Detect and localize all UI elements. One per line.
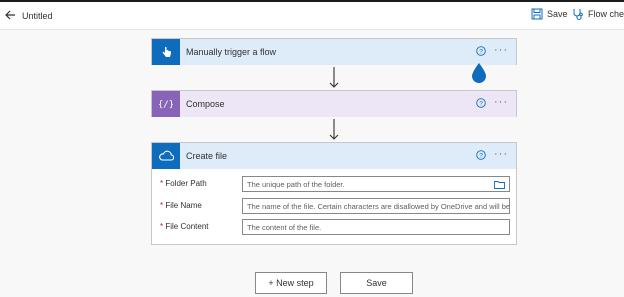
folder-picker-icon[interactable] [494, 180, 505, 189]
save-button[interactable]: Save [340, 272, 413, 294]
file-content-row: * File Content The content of the file. [160, 219, 510, 235]
flow-title[interactable]: Untitled [22, 11, 53, 21]
connector-arrow-icon [329, 119, 339, 140]
file-name-placeholder: The name of the file. Certain characters… [247, 202, 510, 211]
file-content-label: * File Content [160, 222, 209, 231]
step-card-trigger[interactable]: Manually trigger a flow ? ··· [151, 38, 517, 65]
more-options-icon[interactable]: ··· [494, 149, 508, 160]
help-icon[interactable]: ? [476, 46, 486, 56]
file-content-input[interactable]: The content of the file. [242, 219, 510, 235]
step-header[interactable]: Manually trigger a flow ? ··· [152, 39, 516, 65]
connector-arrow-icon [329, 67, 339, 88]
svg-text:{/}: {/} [159, 100, 173, 110]
file-name-input[interactable]: The name of the file. Certain characters… [242, 198, 510, 214]
curly-braces-icon: {/} [152, 91, 180, 117]
folder-path-row: * Folder Path The unique path of the fol… [160, 176, 510, 192]
step-title: Compose [186, 99, 225, 109]
help-icon[interactable]: ? [476, 98, 486, 108]
file-name-label: * File Name [160, 201, 202, 210]
step-title: Create file [186, 151, 228, 161]
back-arrow-icon[interactable] [3, 8, 17, 22]
svg-text:?: ? [479, 152, 483, 159]
svg-text:?: ? [479, 100, 483, 107]
save-toolbar-label: Save [547, 9, 568, 19]
step-header[interactable]: Create file ? ··· [152, 143, 516, 169]
folder-path-input[interactable]: The unique path of the folder. [242, 176, 510, 192]
onedrive-cloud-icon [152, 143, 180, 169]
header-bar: Untitled Save Flow chec [0, 2, 624, 30]
hand-pointer-icon [152, 39, 180, 65]
step-title: Manually trigger a flow [186, 47, 277, 57]
new-step-button[interactable]: + New step [255, 272, 327, 294]
folder-path-placeholder: The unique path of the folder. [247, 180, 345, 189]
file-name-row: * File Name The name of the file. Certai… [160, 198, 510, 214]
drag-cursor-icon [472, 63, 486, 83]
save-icon [531, 8, 543, 20]
folder-path-label: * Folder Path [160, 179, 207, 188]
help-icon[interactable]: ? [476, 150, 486, 160]
save-toolbar-button[interactable]: Save [531, 8, 568, 20]
stethoscope-icon [573, 9, 583, 20]
flow-checker-label: Flow chec [588, 9, 624, 19]
file-content-placeholder: The content of the file. [247, 223, 322, 232]
step-card-create-file[interactable]: Create file ? ··· * Folder Path The uniq… [151, 142, 517, 245]
svg-text:?: ? [479, 48, 483, 55]
flow-checker-button[interactable]: Flow chec [572, 8, 624, 20]
step-header[interactable]: {/} Compose ? ··· [152, 91, 516, 117]
step-card-compose[interactable]: {/} Compose ? ··· [151, 90, 517, 117]
more-options-icon[interactable]: ··· [494, 97, 508, 108]
more-options-icon[interactable]: ··· [494, 45, 508, 56]
